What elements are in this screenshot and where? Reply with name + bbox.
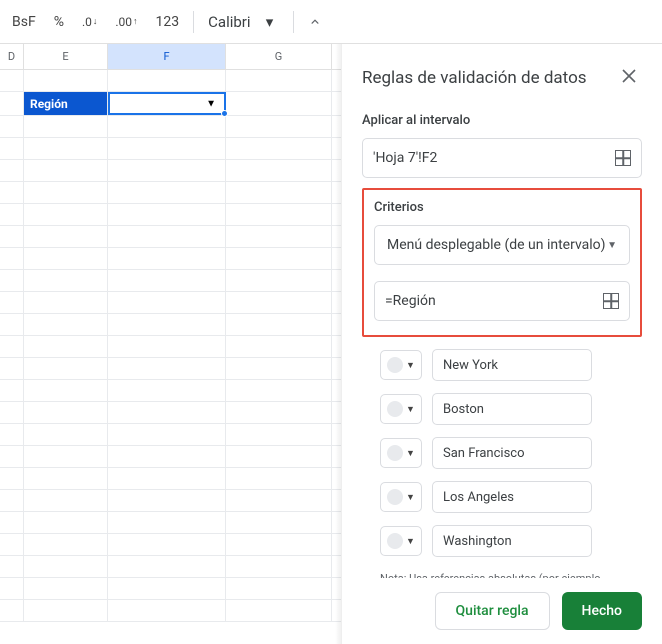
table-row: [0, 512, 341, 534]
toolbar-separator: [293, 11, 294, 33]
data-validation-sidebar: Reglas de validación de datos Aplicar al…: [342, 44, 662, 644]
criteria-type-value: Menú desplegable (de un intervalo): [387, 237, 606, 253]
chevron-down-icon: ▾: [261, 13, 279, 31]
table-row: [0, 138, 341, 160]
table-row: [0, 600, 341, 622]
region-header-cell[interactable]: Región: [24, 92, 108, 115]
close-button[interactable]: [616, 62, 642, 93]
criteria-range-value: =Región: [385, 293, 436, 309]
table-row: Región ▼: [0, 92, 341, 116]
currency-format-button[interactable]: BsF: [4, 8, 44, 36]
criteria-type-select[interactable]: Menú desplegable (de un intervalo) ▼: [374, 225, 630, 265]
option-value[interactable]: Boston: [432, 393, 592, 425]
table-row: [0, 578, 341, 600]
collapse-toolbar-button[interactable]: [300, 9, 330, 35]
table-row: [0, 248, 341, 270]
table-row: [0, 226, 341, 248]
option-color-chip[interactable]: ▼: [380, 350, 422, 380]
list-item: ▼ New York: [362, 349, 642, 381]
option-color-chip[interactable]: ▼: [380, 394, 422, 424]
dropdown-arrow-icon: ▼: [206, 98, 216, 109]
table-row: [0, 182, 341, 204]
criteria-label: Criterios: [374, 200, 630, 215]
increase-decimal-button[interactable]: .00↑: [107, 9, 145, 35]
table-row: [0, 534, 341, 556]
chevron-down-icon: ▼: [406, 360, 415, 371]
select-range-icon[interactable]: [615, 150, 631, 166]
decrease-decimal-button[interactable]: .0↓: [74, 9, 105, 35]
option-value[interactable]: New York: [432, 349, 592, 381]
cell[interactable]: [24, 70, 108, 91]
table-row: [0, 160, 341, 182]
chevron-down-icon: ▼: [406, 404, 415, 415]
column-header-f[interactable]: F: [108, 44, 226, 69]
cell[interactable]: [226, 92, 332, 115]
table-row: [0, 292, 341, 314]
font-name: Calibri: [208, 13, 250, 31]
cell[interactable]: [0, 70, 24, 91]
list-item: ▼ Boston: [362, 393, 642, 425]
table-row: [0, 380, 341, 402]
done-button[interactable]: Hecho: [562, 592, 642, 630]
toolbar: BsF % .0↓ .00↑ 123 Calibri ▾: [0, 0, 662, 44]
list-item: ▼ Washington: [362, 525, 642, 557]
cell[interactable]: [0, 92, 24, 115]
table-row: [0, 446, 341, 468]
range-text: 'Hoja 7'!F2: [373, 150, 437, 166]
option-value[interactable]: Los Angeles: [432, 481, 592, 513]
chevron-up-icon: [308, 15, 322, 29]
list-item: ▼ Los Angeles: [362, 481, 642, 513]
table-row: [0, 358, 341, 380]
dropdown-cell-f2[interactable]: ▼: [108, 92, 226, 115]
font-family-select[interactable]: Calibri ▾: [200, 9, 286, 35]
column-header-e[interactable]: E: [24, 44, 108, 69]
scroll-shadow: [335, 44, 341, 644]
column-header-g[interactable]: G: [226, 44, 332, 69]
chevron-down-icon: ▼: [406, 536, 415, 547]
column-header-d[interactable]: D: [0, 44, 24, 69]
cell[interactable]: [108, 70, 226, 91]
percent-format-button[interactable]: %: [46, 8, 72, 36]
list-item: ▼ San Francisco: [362, 437, 642, 469]
selection-handle[interactable]: [221, 110, 228, 117]
table-row: [0, 490, 341, 512]
select-range-icon[interactable]: [603, 293, 619, 309]
column-headers: D E F G: [0, 44, 341, 70]
apply-range-label: Aplicar al intervalo: [362, 113, 642, 128]
sidebar-title: Reglas de validación de datos: [362, 68, 587, 88]
table-row: [0, 556, 341, 578]
table-row: [0, 270, 341, 292]
spreadsheet-area[interactable]: D E F G Región ▼: [0, 44, 342, 644]
table-row: [0, 116, 341, 138]
option-color-chip[interactable]: ▼: [380, 438, 422, 468]
absolute-reference-note: Nota: Usa referencias absolutas (por eje…: [380, 571, 642, 578]
table-row: [0, 468, 341, 490]
cell[interactable]: [226, 70, 332, 91]
options-list: ▼ New York ▼ Boston ▼ San Francisco ▼ Lo…: [362, 349, 642, 557]
table-row: [0, 70, 341, 92]
chevron-down-icon: ▼: [406, 492, 415, 503]
criteria-section-highlight: Criterios Menú desplegable (de un interv…: [362, 188, 642, 337]
more-formats-button[interactable]: 123: [148, 8, 188, 36]
option-value[interactable]: San Francisco: [432, 437, 592, 469]
option-value[interactable]: Washington: [432, 525, 592, 557]
table-row: [0, 402, 341, 424]
option-color-chip[interactable]: ▼: [380, 482, 422, 512]
table-row: [0, 204, 341, 226]
table-row: [0, 314, 341, 336]
table-row: [0, 424, 341, 446]
toolbar-separator: [193, 11, 194, 33]
grid-rows: Región ▼: [0, 70, 341, 622]
apply-range-input[interactable]: 'Hoja 7'!F2: [362, 138, 642, 178]
sidebar-footer: Quitar regla Hecho: [342, 578, 662, 644]
criteria-range-input[interactable]: =Región: [374, 281, 630, 321]
chevron-down-icon: ▼: [607, 240, 617, 251]
table-row: [0, 336, 341, 358]
close-icon: [622, 69, 636, 83]
option-color-chip[interactable]: ▼: [380, 526, 422, 556]
remove-rule-button[interactable]: Quitar regla: [435, 592, 550, 630]
chevron-down-icon: ▼: [406, 448, 415, 459]
